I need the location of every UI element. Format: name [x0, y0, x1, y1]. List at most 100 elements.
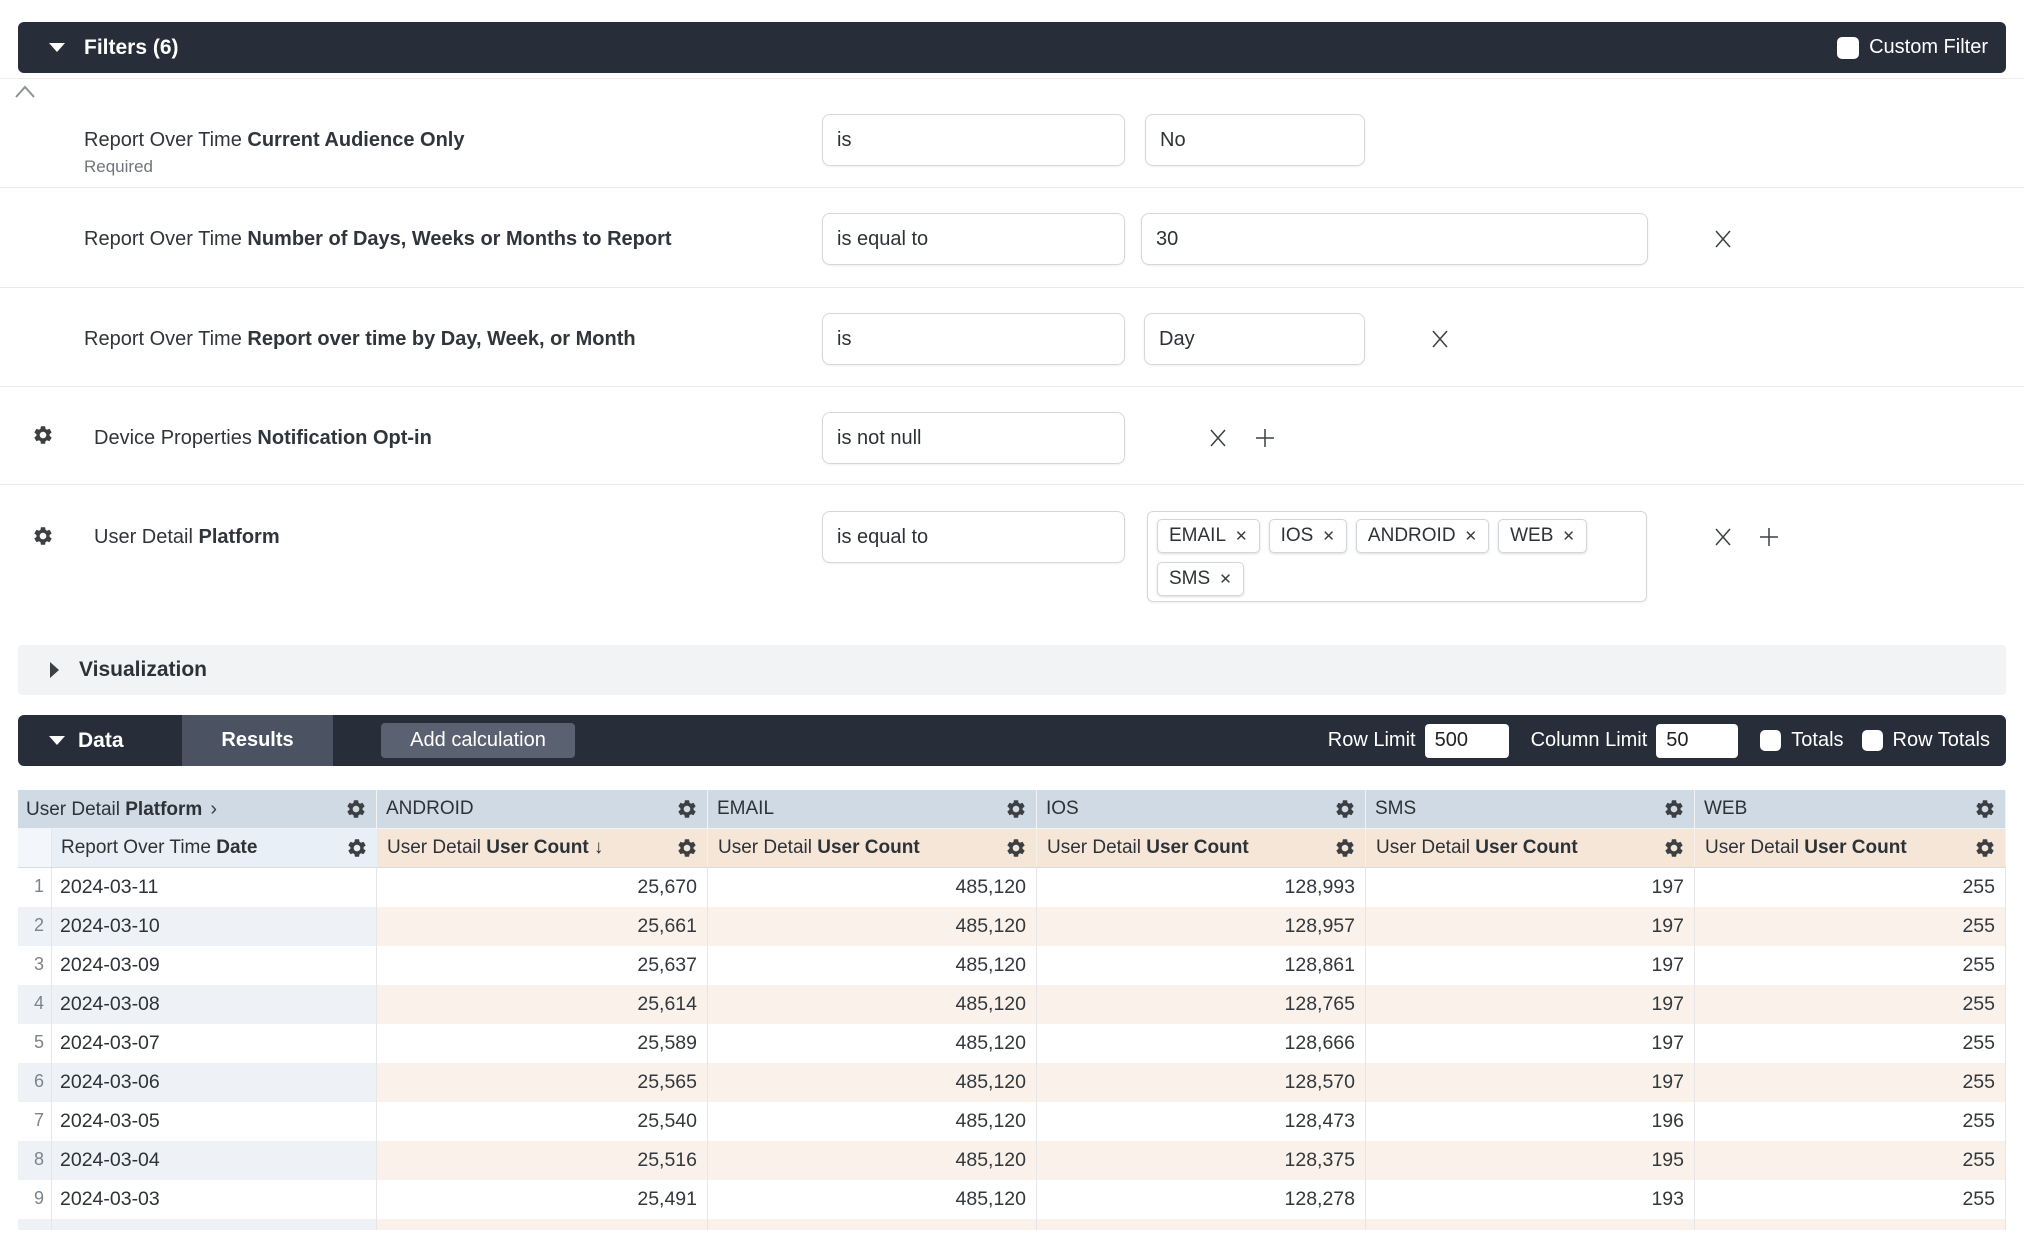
- value-cell-ios[interactable]: 128,993: [1037, 868, 1366, 907]
- value-cell-web[interactable]: 255: [1695, 868, 2006, 907]
- value-cell-web[interactable]: [1695, 1219, 2006, 1230]
- remove-filter-icon[interactable]: [1428, 327, 1452, 351]
- tag-remove-icon[interactable]: ✕: [1465, 529, 1478, 544]
- value-cell-ios[interactable]: 128,278: [1037, 1180, 1366, 1219]
- value-cell-web[interactable]: 255: [1695, 946, 2006, 985]
- visualization-section-header[interactable]: Visualization: [18, 645, 2006, 695]
- value-cell-android[interactable]: 25,540: [377, 1102, 708, 1141]
- filter-condition-select[interactable]: is equal to: [822, 213, 1125, 265]
- pivot-value-header-email[interactable]: EMAIL: [708, 790, 1037, 829]
- value-cell-web[interactable]: 255: [1695, 1063, 2006, 1102]
- tab-results[interactable]: Results: [182, 715, 333, 766]
- value-cell-android[interactable]: 25,565: [377, 1063, 708, 1102]
- gear-icon[interactable]: [1334, 798, 1356, 820]
- add-filter-icon[interactable]: [1253, 426, 1277, 450]
- filter-value-input[interactable]: 30: [1141, 213, 1648, 265]
- value-cell-ios[interactable]: 128,473: [1037, 1102, 1366, 1141]
- value-cell-android[interactable]: [377, 1219, 708, 1230]
- value-cell-sms[interactable]: [1366, 1219, 1695, 1230]
- value-cell-email[interactable]: 485,120: [708, 1141, 1037, 1180]
- value-cell-sms[interactable]: 195: [1366, 1141, 1695, 1180]
- gear-icon[interactable]: [1663, 837, 1685, 859]
- remove-filter-icon[interactable]: [1711, 525, 1735, 549]
- value-cell-email[interactable]: 485,120: [708, 1180, 1037, 1219]
- value-cell-web[interactable]: 255: [1695, 1024, 2006, 1063]
- value-cell-web[interactable]: 255: [1695, 1180, 2006, 1219]
- value-cell-email[interactable]: 485,120: [708, 1063, 1037, 1102]
- value-cell-ios[interactable]: 128,375: [1037, 1141, 1366, 1180]
- value-cell-ios[interactable]: 128,570: [1037, 1063, 1366, 1102]
- platform-tag-ios[interactable]: IOS✕: [1269, 519, 1347, 553]
- measure-header-web[interactable]: User Detail User Count: [1695, 829, 2006, 867]
- value-cell-android[interactable]: 25,614: [377, 985, 708, 1024]
- value-cell-ios[interactable]: 128,957: [1037, 907, 1366, 946]
- pivot-value-header-sms[interactable]: SMS: [1366, 790, 1695, 829]
- value-cell-email[interactable]: 485,120: [708, 1024, 1037, 1063]
- pivot-field-header[interactable]: User Detail Platform›: [18, 790, 377, 829]
- value-cell-email[interactable]: 485,120: [708, 907, 1037, 946]
- gear-icon[interactable]: [676, 798, 698, 820]
- custom-filter-checkbox[interactable]: [1837, 37, 1859, 59]
- filter-gear-icon[interactable]: [32, 424, 54, 446]
- totals-checkbox[interactable]: [1760, 730, 1781, 751]
- pivot-value-header-ios[interactable]: IOS: [1037, 790, 1366, 829]
- value-cell-email[interactable]: [708, 1219, 1037, 1230]
- value-cell-email[interactable]: 485,120: [708, 985, 1037, 1024]
- gear-icon[interactable]: [1334, 837, 1356, 859]
- remove-filter-icon[interactable]: [1711, 227, 1735, 251]
- column-limit-input[interactable]: [1656, 724, 1738, 758]
- data-section-header[interactable]: Data Results Add calculation Row Limit C…: [18, 715, 2006, 766]
- value-cell-email[interactable]: 485,120: [708, 868, 1037, 907]
- filters-section-header[interactable]: Filters (6) Custom Filter: [18, 22, 2006, 73]
- value-cell-ios[interactable]: [1037, 1219, 1366, 1230]
- value-cell-android[interactable]: 25,661: [377, 907, 708, 946]
- date-cell[interactable]: 2024-03-05: [52, 1102, 377, 1141]
- value-cell-web[interactable]: 255: [1695, 907, 2006, 946]
- measure-header-android[interactable]: User Detail User Count ↓: [377, 829, 708, 867]
- gear-icon[interactable]: [1974, 837, 1996, 859]
- value-cell-sms[interactable]: 197: [1366, 1063, 1695, 1102]
- value-cell-email[interactable]: 485,120: [708, 1102, 1037, 1141]
- date-cell[interactable]: [52, 1219, 377, 1230]
- value-cell-sms[interactable]: 197: [1366, 946, 1695, 985]
- date-cell[interactable]: 2024-03-07: [52, 1024, 377, 1063]
- value-cell-android[interactable]: 25,637: [377, 946, 708, 985]
- date-cell[interactable]: 2024-03-09: [52, 946, 377, 985]
- remove-filter-icon[interactable]: [1206, 426, 1230, 450]
- platform-tag-sms[interactable]: SMS✕: [1157, 562, 1244, 596]
- value-cell-email[interactable]: 485,120: [708, 946, 1037, 985]
- tag-remove-icon[interactable]: ✕: [1322, 529, 1335, 544]
- measure-header-sms[interactable]: User Detail User Count: [1366, 829, 1695, 867]
- value-cell-sms[interactable]: 196: [1366, 1102, 1695, 1141]
- value-cell-sms[interactable]: 197: [1366, 1024, 1695, 1063]
- platform-tag-email[interactable]: EMAIL✕: [1157, 519, 1260, 553]
- row-limit-input[interactable]: [1425, 724, 1509, 758]
- filter-condition-select[interactable]: is: [822, 114, 1125, 166]
- platform-tag-android[interactable]: ANDROID✕: [1356, 519, 1489, 553]
- gear-icon[interactable]: [1974, 798, 1996, 820]
- date-cell[interactable]: 2024-03-08: [52, 985, 377, 1024]
- gear-icon[interactable]: [1005, 837, 1027, 859]
- value-cell-web[interactable]: 255: [1695, 985, 2006, 1024]
- value-cell-android[interactable]: 25,491: [377, 1180, 708, 1219]
- value-cell-web[interactable]: 255: [1695, 1102, 2006, 1141]
- gear-icon[interactable]: [1005, 798, 1027, 820]
- value-cell-android[interactable]: 25,516: [377, 1141, 708, 1180]
- add-filter-icon[interactable]: [1757, 525, 1781, 549]
- pivot-value-header-android[interactable]: ANDROID: [377, 790, 708, 829]
- pivot-value-header-web[interactable]: WEB: [1695, 790, 2006, 829]
- value-cell-android[interactable]: 25,670: [377, 868, 708, 907]
- measure-header-email[interactable]: User Detail User Count: [708, 829, 1037, 867]
- add-calculation-button[interactable]: Add calculation: [381, 723, 575, 758]
- value-cell-web[interactable]: 255: [1695, 1141, 2006, 1180]
- date-cell[interactable]: 2024-03-10: [52, 907, 377, 946]
- date-cell[interactable]: 2024-03-04: [52, 1141, 377, 1180]
- value-cell-sms[interactable]: 193: [1366, 1180, 1695, 1219]
- value-cell-ios[interactable]: 128,765: [1037, 985, 1366, 1024]
- value-cell-ios[interactable]: 128,666: [1037, 1024, 1366, 1063]
- measure-header-ios[interactable]: User Detail User Count: [1037, 829, 1366, 867]
- value-cell-sms[interactable]: 197: [1366, 868, 1695, 907]
- gear-icon[interactable]: [1663, 798, 1685, 820]
- platform-tag-web[interactable]: WEB✕: [1498, 519, 1587, 553]
- date-cell[interactable]: 2024-03-03: [52, 1180, 377, 1219]
